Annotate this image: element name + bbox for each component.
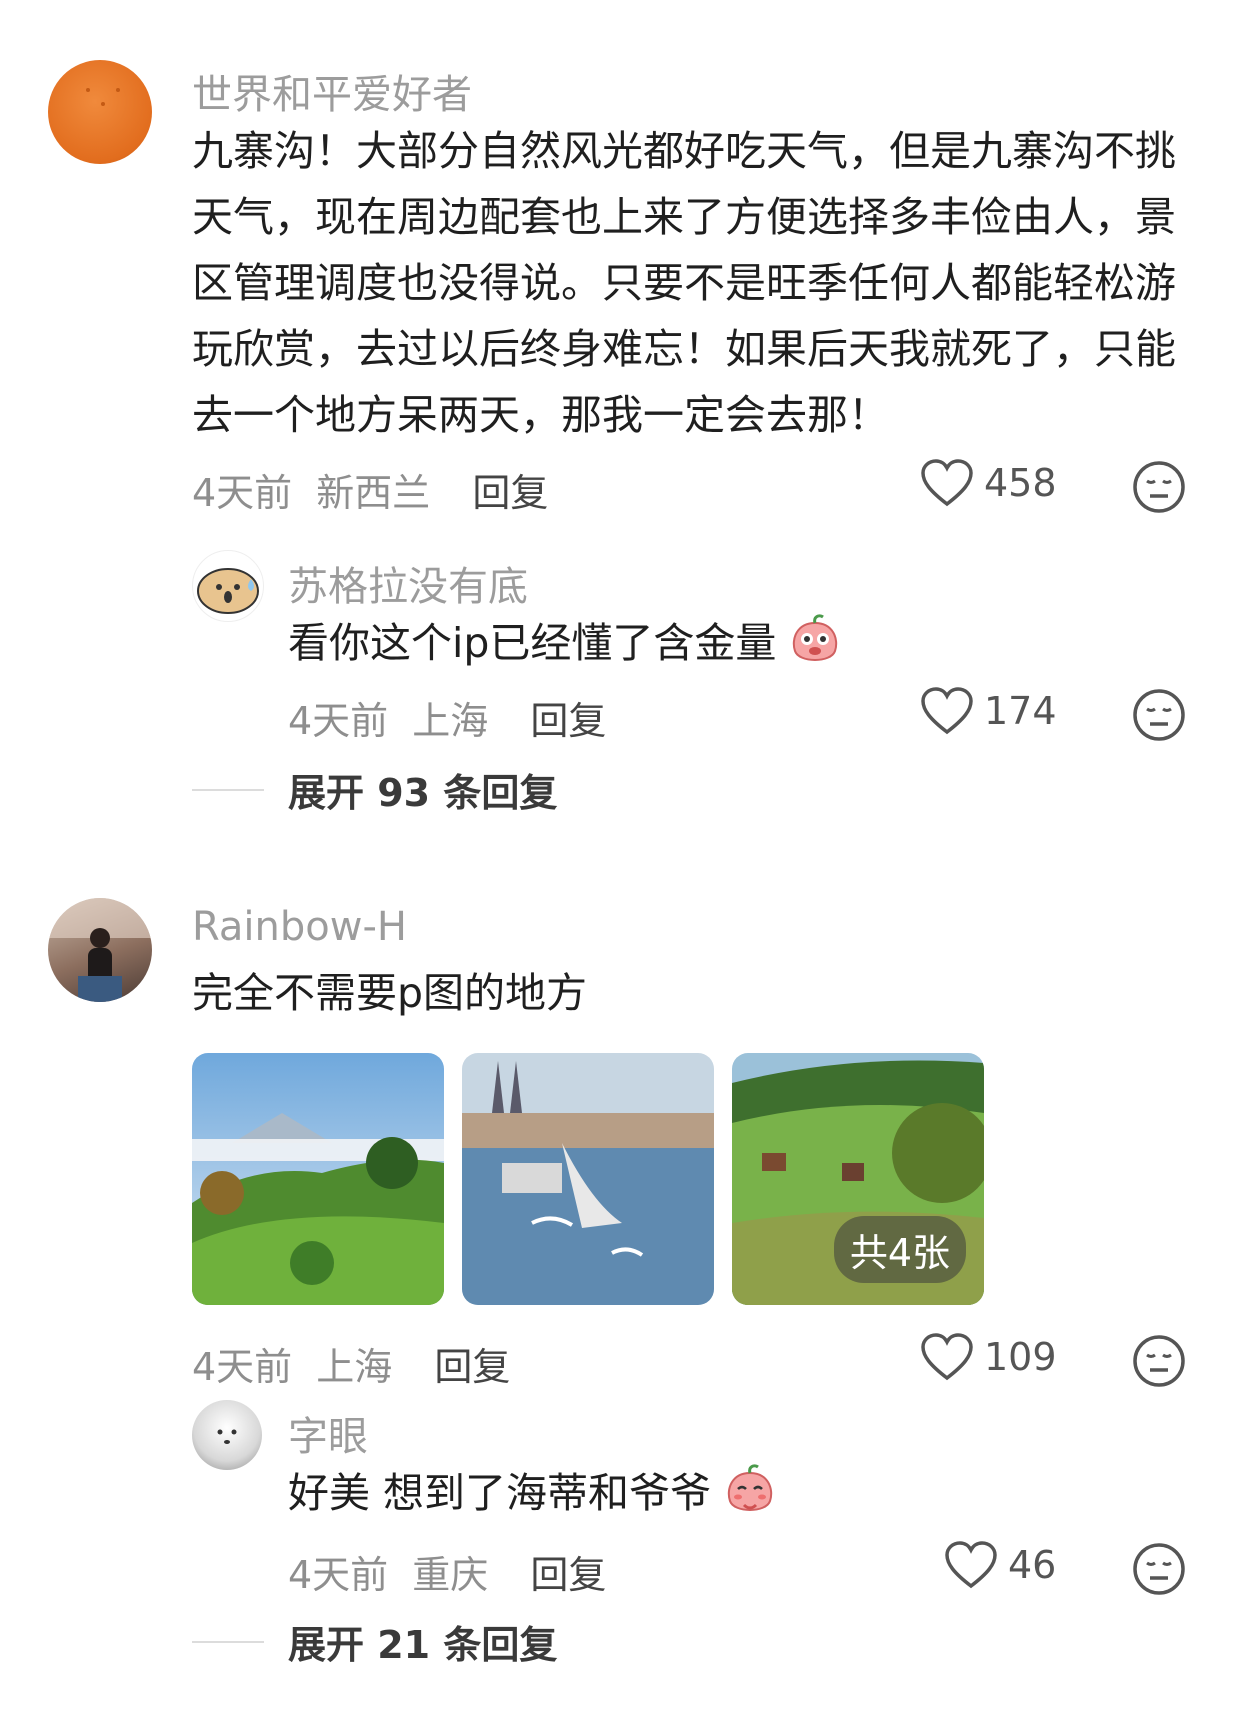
heart-outline-icon	[921, 459, 973, 507]
reply-location: 上海	[412, 699, 489, 743]
comment-time: 4天前	[192, 471, 293, 515]
like-count: 174	[984, 689, 1057, 733]
reply-button[interactable]: 回复	[530, 699, 606, 743]
reply-text-content: 好美 想到了海蒂和爷爷	[288, 1469, 712, 1517]
like-button[interactable]: 458	[920, 458, 1057, 508]
comment-text: 九寨沟！大部分自然风光都好吃天气，但是九寨沟不挑天气，现在周边配套也上来了方便选…	[192, 127, 1176, 439]
avatar[interactable]	[48, 60, 152, 164]
peach-sticker-icon	[728, 1464, 773, 1511]
reply-time: 4天前	[288, 1553, 389, 1597]
reply-text: 看你这个ip已经懂了含金量	[288, 610, 1168, 676]
divider	[192, 788, 264, 791]
comment-text: 完全不需要p图的地方	[192, 969, 588, 1017]
neutral-face-icon[interactable]	[1132, 460, 1186, 514]
expand-replies-button[interactable]: 展开 21 条回复	[192, 1614, 557, 1669]
reply-meta: 4天前 上海 回复	[288, 690, 606, 745]
heart-outline-icon	[945, 1541, 997, 1589]
comment-time: 4天前	[192, 1345, 293, 1389]
neutral-face-icon[interactable]	[1132, 688, 1186, 742]
reply-location: 重庆	[412, 1553, 489, 1597]
reply-time: 4天前	[288, 699, 389, 743]
avatar[interactable]	[192, 1400, 262, 1470]
username[interactable]: 字眼	[288, 1404, 368, 1462]
like-button[interactable]: 46	[944, 1540, 1056, 1590]
comment-image[interactable]	[192, 1053, 444, 1305]
reply-button[interactable]: 回复	[434, 1345, 510, 1389]
divider	[192, 1640, 264, 1643]
like-button[interactable]: 174	[920, 686, 1057, 736]
username[interactable]: Rainbow-H	[192, 904, 407, 950]
expand-label: 展开 93 条回复	[288, 771, 558, 815]
username[interactable]: 世界和平爱好者	[192, 62, 472, 120]
reply-text-content: 看你这个ip已经懂了含金量	[288, 619, 777, 667]
neutral-face-icon[interactable]	[1132, 1334, 1186, 1388]
comment-meta: 4天前 新西兰 回复	[192, 462, 548, 517]
reply-button[interactable]: 回复	[530, 1553, 606, 1597]
comment-meta: 4天前 上海 回复	[192, 1336, 510, 1391]
comment-image[interactable]: 共4张	[732, 1053, 984, 1305]
peach-sticker-icon	[793, 614, 838, 661]
avatar[interactable]	[192, 550, 264, 622]
comment-location: 新西兰	[316, 471, 431, 515]
like-count: 458	[984, 461, 1057, 505]
comment-image[interactable]	[462, 1053, 714, 1305]
like-count: 46	[1008, 1543, 1057, 1587]
avatar[interactable]	[48, 898, 152, 1002]
reply-button[interactable]: 回复	[472, 471, 548, 515]
comment-location: 上海	[316, 1345, 393, 1389]
like-count: 109	[984, 1335, 1057, 1379]
expand-label: 展开 21 条回复	[288, 1623, 558, 1667]
reply-meta: 4天前 重庆 回复	[288, 1544, 606, 1599]
username[interactable]: 苏格拉没有底	[288, 554, 528, 612]
heart-outline-icon	[921, 687, 973, 735]
like-button[interactable]: 109	[920, 1332, 1057, 1382]
expand-replies-button[interactable]: 展开 93 条回复	[192, 762, 557, 817]
neutral-face-icon[interactable]	[1132, 1542, 1186, 1596]
reply-text: 好美 想到了海蒂和爷爷	[288, 1460, 1168, 1526]
image-count-badge: 共4张	[833, 1216, 966, 1283]
heart-outline-icon	[921, 1333, 973, 1381]
